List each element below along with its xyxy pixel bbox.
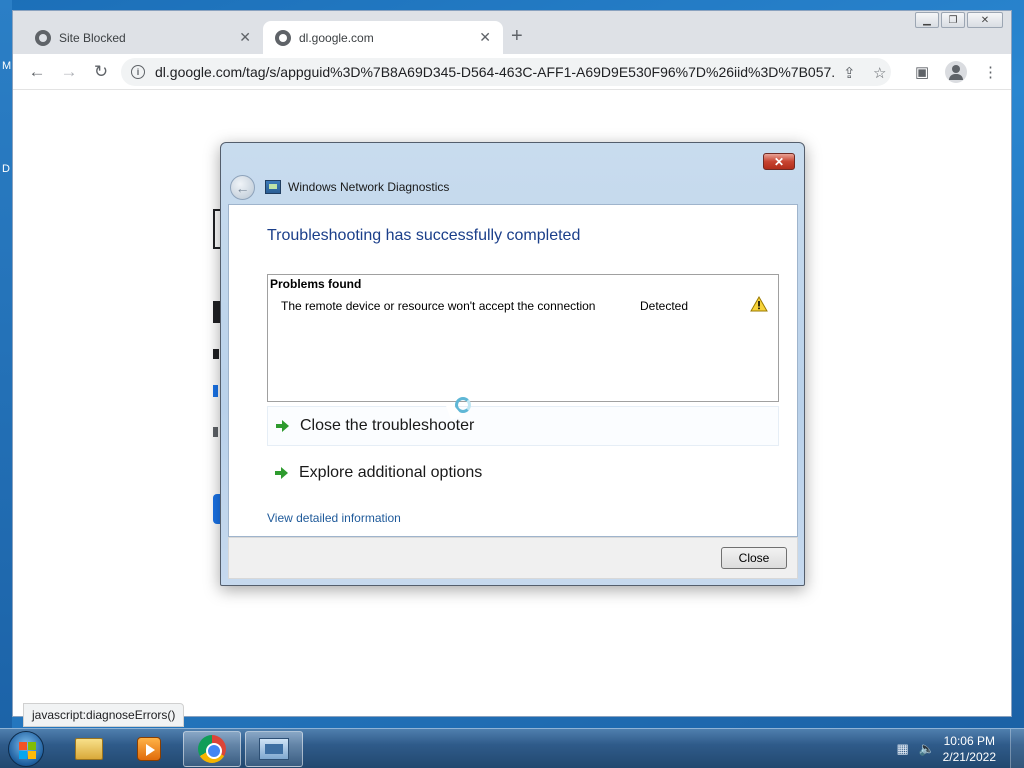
chrome-icon xyxy=(198,735,226,763)
taskbar-media-player[interactable] xyxy=(120,731,178,767)
network-diagnostics-dialog: ✕ ← Windows Network Diagnostics Troubles… xyxy=(220,142,805,586)
problem-description: The remote device or resource won't acce… xyxy=(281,299,596,313)
start-button[interactable] xyxy=(8,731,44,767)
taskbar-network-diagnostics[interactable] xyxy=(245,731,303,767)
status-text: javascript:diagnoseErrors() xyxy=(32,708,176,722)
back-button[interactable]: ← xyxy=(25,60,49,84)
option-label: Explore additional options xyxy=(299,464,483,481)
dialog-close-icon[interactable]: ✕ xyxy=(763,153,795,170)
desktop-icon-label: D xyxy=(2,163,10,175)
network-diagnostics-icon xyxy=(265,180,281,194)
taskbar-explorer[interactable] xyxy=(60,731,118,767)
green-arrow-icon xyxy=(275,467,289,479)
tab-close-icon[interactable]: ✕ xyxy=(479,29,491,46)
address-bar[interactable]: i dl.google.com/tag/s/appguid%3D%7B8A69D… xyxy=(121,58,891,86)
view-details-link[interactable]: View detailed information xyxy=(267,511,401,525)
explore-options-option[interactable]: Explore additional options xyxy=(267,453,779,493)
menu-kebab-icon[interactable]: ⋮ xyxy=(983,63,998,81)
network-diagnostics-icon xyxy=(259,738,289,760)
site-info-icon[interactable]: i xyxy=(131,65,145,79)
clock-date: 2/21/2022 xyxy=(942,750,996,764)
link-status-bubble: javascript:diagnoseErrors() xyxy=(23,703,185,727)
page-content-fragment xyxy=(213,349,219,359)
taskbar: ▦ 🔈 10:06 PM 2/21/2022 xyxy=(0,728,1024,768)
page-content-fragment xyxy=(213,427,218,437)
globe-icon xyxy=(35,29,51,46)
problems-header: Problems found xyxy=(270,277,362,291)
problems-list: Problems found The remote device or reso… xyxy=(267,274,779,402)
share-icon[interactable]: ⇪ xyxy=(843,64,856,82)
windows-logo-icon xyxy=(19,742,36,759)
tab-dl-google[interactable]: dl.google.com ✕ xyxy=(263,21,503,54)
system-tray: ▦ 🔈 10:06 PM 2/21/2022 xyxy=(895,729,1024,768)
minimize-button[interactable]: ▁ xyxy=(915,12,939,28)
close-troubleshooter-option[interactable]: Close the troubleshooter xyxy=(267,406,779,446)
desktop-icon-label: M xyxy=(2,60,12,72)
desktop-edge: M D xyxy=(0,0,12,728)
media-player-icon xyxy=(137,737,161,761)
dialog-footer: Close xyxy=(228,537,798,579)
tab-strip: Site Blocked ✕ dl.google.com ✕ + ▁ ❐ ✕ xyxy=(13,11,1011,54)
globe-icon xyxy=(275,29,291,46)
green-arrow-icon xyxy=(276,420,290,432)
window-controls: ▁ ❐ ✕ xyxy=(915,12,1003,28)
profile-avatar-icon[interactable] xyxy=(945,61,967,83)
network-tray-icon[interactable]: ▦ xyxy=(895,741,911,756)
show-desktop-button[interactable] xyxy=(1010,729,1024,768)
tab-site-blocked[interactable]: Site Blocked ✕ xyxy=(23,21,263,54)
back-arrow-icon[interactable]: ← xyxy=(230,175,255,200)
url-text: dl.google.com/tag/s/appguid%3D%7B8A69D34… xyxy=(155,64,835,80)
dialog-body: Troubleshooting has successfully complet… xyxy=(228,204,798,537)
window-close-button[interactable]: ✕ xyxy=(967,12,1003,28)
clock[interactable]: 10:06 PM 2/21/2022 xyxy=(943,733,996,765)
page-content-fragment xyxy=(213,385,218,397)
tab-close-icon[interactable]: ✕ xyxy=(239,29,251,46)
taskbar-chrome[interactable] xyxy=(183,731,241,767)
reload-button[interactable]: ↻ xyxy=(89,60,113,84)
tab-title: dl.google.com xyxy=(299,30,374,45)
forward-button[interactable]: → xyxy=(57,60,81,84)
volume-icon[interactable]: 🔈 xyxy=(919,741,935,756)
option-label: Close the troubleshooter xyxy=(300,417,475,434)
bookmark-star-icon[interactable]: ☆ xyxy=(873,64,886,82)
new-tab-button[interactable]: + xyxy=(511,25,523,48)
maximize-button[interactable]: ❐ xyxy=(941,12,965,28)
problem-status: Detected xyxy=(640,299,689,313)
side-panel-icon[interactable]: ▣ xyxy=(915,63,929,81)
folder-icon xyxy=(75,738,103,760)
close-button[interactable]: Close xyxy=(721,547,787,569)
dialog-title: Windows Network Diagnostics xyxy=(288,180,450,194)
result-heading: Troubleshooting has successfully complet… xyxy=(267,227,581,244)
warning-icon xyxy=(750,296,768,312)
clock-time: 10:06 PM xyxy=(943,734,995,748)
browser-toolbar: ← → ↻ i dl.google.com/tag/s/appguid%3D%7… xyxy=(13,54,1011,90)
tab-title: Site Blocked xyxy=(59,30,126,45)
